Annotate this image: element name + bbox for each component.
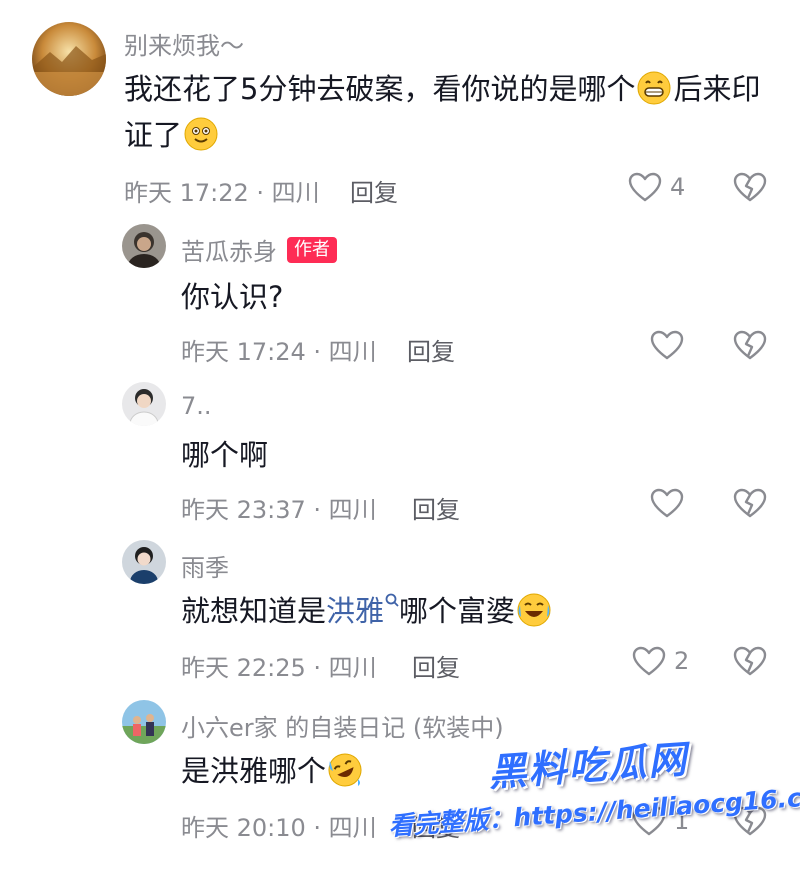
- comment-text: 我还花了5分钟去破案，看你说的是哪个 后来印证了: [124, 71, 761, 152]
- avatar[interactable]: [122, 224, 166, 268]
- avatar-image-golden-landscape: [32, 22, 106, 96]
- dislike-button[interactable]: [733, 806, 767, 836]
- like-button[interactable]: 4: [628, 172, 685, 202]
- laugh-cry-emoji: [517, 593, 551, 627]
- avatar-image-person: [122, 540, 166, 584]
- rofl-emoji: [328, 753, 362, 787]
- comment-time-location: 昨天 23:37 · 四川: [181, 496, 377, 524]
- avatar[interactable]: [122, 382, 166, 426]
- heart-icon: [650, 488, 684, 518]
- reply-item: 苦瓜赤身 作者 你认识? 昨天 17:24 · 四川 回复: [0, 210, 800, 370]
- dislike-button[interactable]: [733, 646, 767, 676]
- like-count: 4: [670, 173, 686, 201]
- reply-button[interactable]: 回复: [412, 648, 460, 683]
- heart-icon: [632, 646, 666, 676]
- like-count: 2: [674, 647, 690, 675]
- heart-icon: [628, 172, 662, 202]
- broken-heart-icon: [733, 646, 767, 676]
- search-link[interactable]: 洪雅: [326, 593, 399, 628]
- comment-time-location: 昨天 17:24 · 四川: [181, 338, 377, 366]
- avatar[interactable]: [122, 700, 166, 744]
- comment-time-location: 昨天 20:10 · 四川: [181, 814, 377, 842]
- username[interactable]: 苦瓜赤身 作者: [181, 232, 337, 267]
- avatar[interactable]: [122, 540, 166, 584]
- comment-time-location: 昨天 22:25 · 四川: [181, 654, 377, 682]
- avatar-image-person: [122, 382, 166, 426]
- heart-icon: [632, 806, 666, 836]
- like-button[interactable]: 2: [632, 646, 689, 676]
- comment-text: 就想知道是洪雅 哪个富婆: [181, 588, 553, 634]
- comment-text: 你认识?: [181, 280, 284, 314]
- comment-text: 是洪雅哪个: [181, 748, 364, 794]
- username[interactable]: 7..: [181, 392, 212, 420]
- avatar-image-person: [122, 224, 166, 268]
- username[interactable]: 小六er家 的自装日记 (软装中): [181, 708, 504, 743]
- broken-heart-icon: [733, 330, 767, 360]
- reply-button[interactable]: 回复: [412, 808, 460, 843]
- avatar[interactable]: [32, 22, 106, 96]
- reply-item: 小六er家 的自装日记 (软装中) 是洪雅哪个 昨天 20:10 · 四川 回复…: [0, 688, 800, 878]
- like-button[interactable]: [650, 330, 692, 360]
- author-badge: 作者: [287, 236, 337, 263]
- avatar-image-family: [122, 700, 166, 744]
- dislike-button[interactable]: [733, 488, 767, 518]
- search-icon: [385, 593, 399, 607]
- username[interactable]: 别来烦我～: [124, 26, 244, 61]
- reply-button[interactable]: 回复: [350, 173, 398, 208]
- smile-emoji: [184, 117, 218, 151]
- broken-heart-icon: [733, 488, 767, 518]
- reply-button[interactable]: 回复: [412, 490, 460, 525]
- dislike-button[interactable]: [733, 330, 767, 360]
- reply-item: 7.. 哪个啊 昨天 23:37 · 四川 回复: [0, 370, 800, 528]
- username[interactable]: 雨季: [181, 548, 229, 583]
- comment-item: 别来烦我～ 我还花了5分钟去破案，看你说的是哪个 后来印证了 昨天 17:22 ·…: [0, 0, 800, 210]
- heart-icon: [650, 330, 684, 360]
- like-button[interactable]: 1: [632, 806, 689, 836]
- like-count: 1: [674, 807, 690, 835]
- reply-button[interactable]: 回复: [407, 332, 455, 367]
- broken-heart-icon: [733, 806, 767, 836]
- grin-emoji: [637, 71, 671, 105]
- comment-text: 哪个啊: [181, 438, 269, 472]
- broken-heart-icon: [733, 172, 767, 202]
- reply-item: 雨季 就想知道是洪雅 哪个富婆 昨天 22:25 · 四川 回复 2: [0, 528, 800, 688]
- like-button[interactable]: [650, 488, 692, 518]
- dislike-button[interactable]: [733, 172, 767, 202]
- comment-time-location: 昨天 17:22 · 四川: [124, 179, 320, 207]
